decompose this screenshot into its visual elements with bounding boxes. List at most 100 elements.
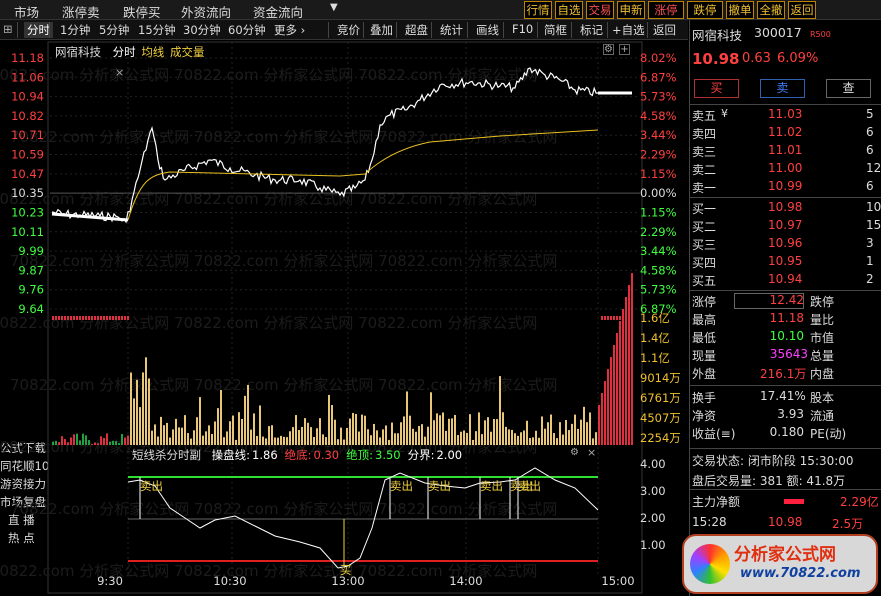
volume-bar [529, 438, 531, 445]
toolbar-item-6[interactable]: 简框 [544, 22, 567, 38]
toolbar-item-7[interactable]: 标记 [580, 22, 603, 38]
top-button-1[interactable]: 自选 [555, 1, 583, 19]
volume-bar [343, 439, 345, 445]
volume-bar [370, 435, 372, 445]
volume-bar [187, 433, 189, 445]
ask-row-1: 卖一 10.99 6 [690, 178, 881, 196]
flow-bar [613, 316, 615, 320]
toolbar-item-3[interactable]: 统计 [440, 22, 463, 38]
volume-bar [52, 441, 54, 445]
top-button-5[interactable]: 跌停卖 [687, 1, 723, 33]
toolbar-divider [647, 22, 648, 38]
pct-tick: 5.73% [640, 90, 677, 104]
volume-bar [505, 426, 507, 445]
indicator-settings-icon[interactable]: ⚙ [570, 447, 579, 458]
top-button-7[interactable]: 全撤 [757, 1, 785, 19]
pct-tick: 2.29% [640, 148, 677, 162]
tab-30min[interactable]: 30分钟 [183, 22, 221, 38]
toolbar-item-4[interactable]: 画线 [476, 22, 499, 38]
pct-tick: 2.29% [640, 225, 677, 239]
volume-bar [628, 285, 630, 445]
buy-button[interactable]: 买 [694, 79, 739, 98]
top-button-8[interactable]: 返回 [788, 1, 816, 19]
chevron-down-icon[interactable]: ▼ [330, 2, 338, 13]
bid-row-3: 买三 10.96 3 [690, 235, 881, 253]
tab-5min[interactable]: 5分钟 [99, 22, 129, 38]
tab-1min[interactable]: 1分钟 [60, 22, 90, 38]
intraday-chart[interactable]: 70822.com 分析家公式网 70822.com 分析家公式网 70822.… [0, 40, 689, 596]
volume-bar [295, 415, 297, 445]
divider [690, 104, 881, 105]
menu-market[interactable]: 市场 [14, 2, 39, 21]
close-icon[interactable]: × [115, 66, 124, 79]
bid-volume: 2 [866, 272, 874, 286]
top-button-0[interactable]: 行情 [524, 1, 552, 19]
query-button[interactable]: 查 [826, 79, 871, 98]
top-button-6[interactable]: 撤单 [726, 1, 754, 19]
top-button-3[interactable]: 申新 [617, 1, 645, 19]
volume-bar [403, 416, 405, 445]
tab-more[interactable]: 更多 › [274, 22, 305, 38]
volume-bar [439, 415, 441, 445]
toolbar-item-1[interactable]: 叠加 [370, 22, 393, 38]
quote-title: 网宿科技 300017 R500 [690, 24, 881, 43]
settings-icon[interactable]: ⚙ [603, 44, 614, 55]
bid-volume: 1 [866, 254, 874, 268]
flow-bar [112, 316, 114, 320]
time-tick: 10:30 [213, 574, 246, 588]
volume-bar [559, 422, 561, 445]
toolbar-item-9[interactable]: 返回 [653, 22, 676, 38]
price-tick: 10.82 [11, 109, 44, 123]
tab-60min[interactable]: 60分钟 [228, 22, 266, 38]
menu-fund-flow[interactable]: 资金流向 [253, 2, 303, 21]
flow-bar [109, 316, 111, 320]
volume-bar [313, 437, 315, 445]
chart-header: 网宿科技 分时 均线 成交量 [55, 44, 204, 60]
flow-bar [121, 316, 123, 320]
ask-price: 11.02 [768, 125, 803, 139]
watermark-text: 70822.com 分析家公式网 70822.com 分析家公式网 70822.… [10, 252, 557, 270]
ask-price: 10.99 [768, 179, 803, 193]
expand-icon[interactable]: + [619, 44, 630, 55]
flow-bar [115, 316, 117, 320]
sell-marker-label: 卖出 [428, 479, 451, 493]
menu-limitup-sell[interactable]: 涨停卖 [62, 2, 100, 21]
volume-bar [130, 372, 132, 445]
toolbar-item-2[interactable]: 超盘 [405, 22, 428, 38]
indicator-param-key: 操盘线: [211, 448, 251, 462]
menu-limitdown-buy[interactable]: 跌停买 [123, 2, 161, 21]
volume-bar [520, 432, 522, 445]
top-button-2[interactable]: 交易 [586, 1, 614, 19]
volume-bar [400, 422, 402, 445]
sell-button[interactable]: 卖 [760, 79, 805, 98]
toolbar-item-5[interactable]: F10 [512, 22, 533, 36]
volume-bar [112, 440, 114, 445]
volume-tick: 1.1亿 [640, 351, 670, 365]
volume-bar [427, 426, 429, 445]
sell-marker-label: 卖出 [390, 479, 413, 493]
flow-bar [619, 316, 621, 320]
price-tick: 10.23 [11, 205, 44, 219]
indicator-close-icon[interactable]: × [587, 446, 596, 459]
toolbar-item-0[interactable]: 竞价 [337, 22, 360, 38]
volume-bar [172, 429, 174, 445]
tab-15min[interactable]: 15分钟 [138, 22, 176, 38]
flow-bar [100, 316, 102, 320]
toolbar-item-8[interactable]: +自选 [612, 22, 645, 38]
quote-price-row: 10.98 0.63 6.09% [690, 50, 881, 70]
menu-foreign-flow[interactable]: 外资流向 [181, 2, 231, 21]
flow-bar [85, 316, 87, 320]
volume-bar [181, 427, 183, 445]
stat-label: 最低 [692, 331, 717, 345]
quote-change: 0.63 [742, 51, 771, 66]
flow-bar [601, 316, 603, 320]
volume-bar [262, 436, 264, 445]
bid-price: 10.94 [768, 272, 803, 286]
tick-price: 10.98 [768, 515, 803, 529]
volume-bar [88, 440, 90, 445]
grid-icon[interactable]: ⊞ [3, 22, 13, 36]
stat2-row-2: 收益(≡) 0.180 PE(动) [690, 424, 881, 442]
flow-bar [97, 316, 99, 320]
volume-bar [133, 398, 135, 445]
top-button-4[interactable]: 涨停买 [648, 1, 684, 33]
